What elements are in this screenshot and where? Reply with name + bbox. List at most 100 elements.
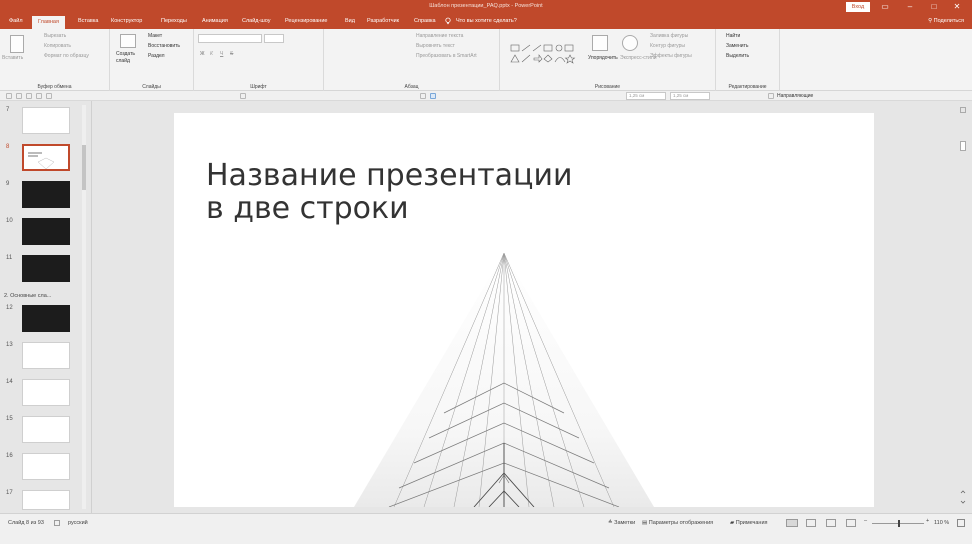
tab-review[interactable]: Рецензирование (285, 14, 327, 29)
scrollbar-thumb[interactable] (82, 145, 86, 190)
slide-thumbnail-13[interactable] (22, 342, 70, 369)
align-text-button[interactable]: Выровнять текст (416, 43, 455, 49)
shape-height-input[interactable]: 1,25 см (626, 92, 666, 100)
slides-group-label: Слайды (142, 84, 161, 90)
language-indicator[interactable]: русский (68, 520, 88, 526)
select-button[interactable]: Выделить (726, 53, 749, 59)
thumbnail-scrollbar[interactable] (80, 105, 88, 509)
slide-sorter-icon[interactable] (806, 519, 816, 527)
new-slide-icon[interactable] (120, 34, 136, 48)
paste-button[interactable]: Вставить (2, 55, 23, 61)
notes-button[interactable]: ≙ Заметки (608, 520, 635, 526)
tool-icon-3[interactable] (26, 93, 32, 99)
thumbnail-pane: 7 8 9 10 11 2. Основные сла... 12 13 14 … (0, 101, 92, 513)
new-slide-button[interactable]: Создать слайд (116, 51, 138, 65)
tell-me-icon[interactable] (444, 14, 452, 29)
italic-button[interactable]: К (210, 51, 213, 57)
scroll-thumb[interactable] (960, 141, 966, 151)
slide-scrollbar[interactable] (956, 101, 970, 513)
tool-icon-4[interactable] (36, 93, 42, 99)
shape-outline-button[interactable]: Контур фигуры (650, 43, 685, 49)
font-size-input[interactable] (264, 34, 284, 43)
strikethrough-button[interactable]: S (230, 51, 233, 57)
fit-to-window-icon[interactable] (957, 519, 965, 527)
slide-thumbnail-8[interactable] (22, 144, 70, 171)
tab-animations[interactable]: Анимация (202, 14, 228, 29)
slide-thumbnail-14[interactable] (22, 379, 70, 406)
slide-thumbnail-7[interactable] (22, 107, 70, 134)
zoom-out-button[interactable]: – (864, 518, 867, 524)
tab-insert[interactable]: Вставка (78, 14, 98, 29)
slide-thumbnail-17[interactable] (22, 490, 70, 510)
cut-button[interactable]: Вырезать (44, 33, 66, 39)
sign-in-button[interactable]: Вход (846, 2, 870, 12)
tab-view[interactable]: Вид (345, 14, 355, 29)
slide-title[interactable]: Название презентации в две строки (206, 159, 572, 225)
reading-view-icon[interactable] (826, 519, 836, 527)
font-name-input[interactable] (198, 34, 262, 43)
slide-counter[interactable]: Слайд 8 из 93 (8, 520, 44, 526)
next-slide-icon[interactable] (960, 499, 966, 505)
tool-icon-1[interactable] (6, 93, 12, 99)
find-button[interactable]: Найти (726, 33, 740, 39)
slide-thumbnail-11[interactable] (22, 255, 70, 282)
tab-slideshow[interactable]: Слайд-шоу (242, 14, 271, 29)
tab-home[interactable]: Главная (32, 16, 65, 29)
tell-me-input[interactable]: Что вы хотите сделать? (456, 14, 517, 29)
guides-checkbox[interactable] (768, 93, 774, 99)
layout-button[interactable]: Макет (148, 33, 162, 39)
prev-slide-icon[interactable] (960, 489, 966, 495)
paste-icon[interactable] (10, 35, 24, 53)
slide-thumbnail-12[interactable] (22, 305, 70, 332)
text-box-icon[interactable] (420, 93, 426, 99)
tab-developer[interactable]: Разработчик (367, 14, 399, 29)
font-color-icon[interactable] (240, 93, 246, 99)
tab-help[interactable]: Справка (414, 14, 436, 29)
slide-thumbnail-16[interactable] (22, 453, 70, 480)
section-header[interactable]: 2. Основные сла... (4, 293, 51, 299)
tab-design[interactable]: Конструктор (111, 14, 142, 29)
font-group-label: Шрифт (250, 84, 267, 90)
share-button[interactable]: ⚲ Поделиться (928, 14, 964, 29)
spellcheck-icon[interactable] (54, 520, 61, 528)
slide-thumbnail-15[interactable] (22, 416, 70, 443)
tab-transitions[interactable]: Переходы (161, 14, 187, 29)
status-bar: Слайд 8 из 93 русский ≙ Заметки ▤ Параме… (0, 513, 972, 544)
copy-button[interactable]: Копировать (44, 43, 71, 49)
shape-effects-button[interactable]: Эффекты фигуры (650, 53, 692, 59)
replace-button[interactable]: Заменить (726, 43, 748, 49)
convert-smartart-button[interactable]: Преобразовать в SmartArt (416, 53, 477, 59)
slide-thumbnail-10[interactable] (22, 218, 70, 245)
maximize-button[interactable]: □ (927, 1, 941, 13)
normal-view-icon[interactable] (786, 519, 798, 527)
display-settings-button[interactable]: ▤ Параметры отображения (642, 520, 713, 526)
close-button[interactable]: ✕ (950, 1, 964, 13)
shape-fill-button[interactable]: Заливка фигуры (650, 33, 688, 39)
tab-file[interactable]: Файл (9, 14, 23, 29)
arrange-icon[interactable] (592, 35, 608, 51)
zoom-slider-knob[interactable] (898, 520, 900, 527)
selected-tool-icon[interactable] (430, 93, 436, 99)
zoom-in-button[interactable]: + (926, 518, 929, 524)
scroll-up-icon[interactable] (960, 107, 966, 113)
tool-icon-5[interactable] (46, 93, 52, 99)
zoom-level[interactable]: 110 % (934, 520, 949, 526)
slide-canvas[interactable]: Название презентации в две строки (174, 113, 874, 507)
comments-button[interactable]: ▰ Примечания (730, 520, 768, 526)
drawing-group-label: Рисование (594, 84, 621, 90)
tool-icon-2[interactable] (16, 93, 22, 99)
section-button[interactable]: Раздел (148, 53, 165, 59)
ribbon-display-icon[interactable]: ▭ (878, 1, 892, 13)
slideshow-view-icon[interactable] (846, 519, 856, 527)
shapes-gallery[interactable] (510, 43, 578, 69)
arrange-button[interactable]: Упорядочить (588, 55, 618, 61)
quick-styles-icon[interactable] (622, 35, 638, 51)
format-painter-button[interactable]: Формат по образцу (44, 53, 89, 59)
minimize-button[interactable]: – (903, 1, 917, 13)
slide-thumbnail-9[interactable] (22, 181, 70, 208)
reset-button[interactable]: Восстановить (148, 43, 180, 49)
shape-width-input[interactable]: 1,25 см (670, 92, 710, 100)
underline-button[interactable]: Ч (220, 51, 223, 57)
text-direction-button[interactable]: Направление текста (416, 33, 463, 39)
bold-button[interactable]: Ж (200, 51, 205, 57)
